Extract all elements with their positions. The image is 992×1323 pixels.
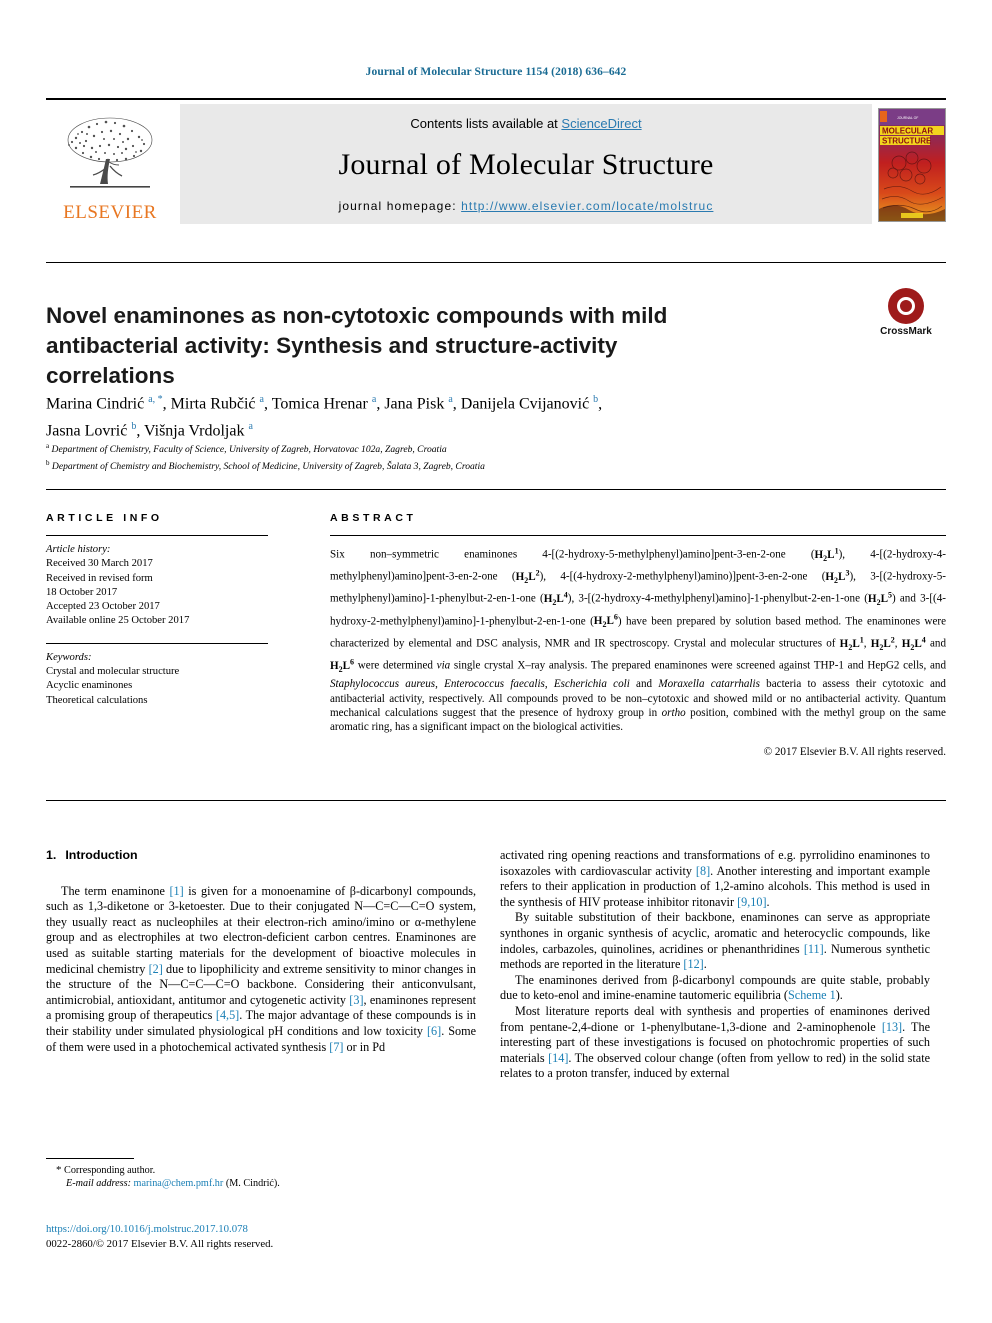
introduction-number: 1. [46, 848, 57, 862]
article-info-heading: ARTICLE INFO [46, 512, 163, 524]
masthead-panel: Contents lists available at ScienceDirec… [180, 104, 872, 224]
article-info-rule [46, 535, 268, 536]
keywords-label: Keywords: [46, 651, 92, 663]
history-item: Received in revised form [46, 572, 153, 584]
keyword-item: Theoretical calculations [46, 694, 148, 706]
body-divider [46, 800, 946, 801]
affiliation-list: a Department of Chemistry, Faculty of Sc… [46, 440, 746, 473]
contents-prefix: Contents lists available at [410, 116, 562, 131]
page-title: Novel enaminones as non-cytotoxic compou… [46, 303, 668, 389]
article-info-block: ARTICLE INFO Article history: Received 3… [46, 512, 268, 708]
journal-masthead: ELSEVIER Contents lists available at Sci… [46, 98, 946, 224]
body-column-right: activated ring opening reactions and tra… [500, 848, 930, 1082]
author-list: Marina Cindrić a, *, Mirta Rubčić a, Tom… [46, 388, 736, 443]
paragraph-intro-1: The term enaminone [1] is given for a mo… [46, 883, 476, 1054]
journal-homepage-line: journal homepage: http://www.elsevier.co… [339, 199, 714, 213]
introduction-title: Introduction [65, 848, 138, 862]
svg-text:JOURNAL OF: JOURNAL OF [897, 116, 918, 120]
svg-text:MOLECULAR: MOLECULAR [882, 126, 933, 135]
history-item: Received 30 March 2017 [46, 558, 153, 570]
keyword-item: Acyclic enaminones [46, 680, 133, 692]
info-divider [46, 489, 946, 490]
publication-footer: https://doi.org/10.1016/j.molstruc.2017.… [46, 1222, 446, 1251]
crossmark-label: CrossMark [880, 326, 932, 337]
article-page: Journal of Molecular Structure 1154 (201… [0, 0, 992, 1323]
journal-title: Journal of Molecular Structure [338, 148, 714, 181]
affiliation-a: a Department of Chemistry, Faculty of Sc… [46, 442, 447, 456]
paragraph-right-3: The enaminones derived from β-dicarbonyl… [500, 972, 930, 1003]
cover-art: JOURNAL OF MOLECULAR STRUCTURE [879, 109, 945, 221]
issn-copyright: 0022-2860/© 2017 Elsevier B.V. All right… [46, 1237, 274, 1250]
elsevier-logo: ELSEVIER [46, 104, 174, 224]
journal-homepage-link[interactable]: http://www.elsevier.com/locate/molstruc [461, 199, 713, 213]
abstract-copyright: © 2017 Elsevier B.V. All rights reserved… [763, 746, 946, 759]
sciencedirect-link[interactable]: ScienceDirect [561, 116, 641, 131]
history-item: Accepted 23 October 2017 [46, 601, 160, 613]
email-suffix: (M. Cindrić). [225, 1178, 280, 1190]
introduction-heading: 1. Introduction [46, 848, 476, 864]
running-head: Journal of Molecular Structure 1154 (201… [365, 66, 627, 78]
doi-link[interactable]: https://doi.org/10.1016/j.molstruc.2017.… [46, 1223, 248, 1235]
corresponding-author-line: * Corresponding author. [56, 1164, 156, 1176]
author-line-2: Jasna Lovrić b, Višnja Vrdoljak a [46, 421, 253, 440]
journal-cover-thumbnail[interactable]: JOURNAL OF MOLECULAR STRUCTURE [878, 108, 946, 222]
body-column-left: 1. Introduction The term enaminone [1] is… [46, 848, 476, 1055]
affiliation-a-text: Department of Chemistry, Faculty of Scie… [51, 444, 447, 456]
corresponding-author-footnote: * Corresponding author. E-mail address: … [46, 1158, 306, 1191]
abstract-text: Six non–symmetric enaminones 4-[(2-hydro… [330, 546, 947, 734]
footnote-text: * Corresponding author. E-mail address: … [46, 1164, 306, 1191]
paragraph-right-1: activated ring opening reactions and tra… [500, 848, 930, 909]
email-label: E-mail address: [66, 1178, 131, 1190]
paragraph-right-4: Most literature reports deal with synthe… [500, 1003, 930, 1081]
homepage-prefix: journal homepage: [338, 199, 462, 213]
keyword-item: Crystal and molecular structure [46, 666, 180, 678]
title-divider [46, 262, 946, 263]
abstract-rule [330, 535, 946, 536]
paragraph-right-2: By suitable substitution of their backbo… [500, 910, 930, 972]
history-item: 18 October 2017 [46, 586, 118, 598]
author-email-link[interactable]: marina@chem.pmf.hr [134, 1178, 224, 1189]
crossmark-icon [888, 288, 924, 324]
footnote-divider [46, 1158, 134, 1159]
keywords-rule [46, 642, 268, 644]
elsevier-tree-icon [67, 117, 153, 188]
corresponding-author-label: Corresponding author. [64, 1165, 156, 1176]
abstract-heading: ABSTRACT [330, 512, 417, 524]
contents-line: Contents lists available at ScienceDirec… [410, 116, 641, 131]
abstract-block: ABSTRACT Six non–symmetric enaminones 4-… [330, 512, 946, 758]
affiliation-b-text: Department of Chemistry and Biochemistry… [51, 460, 485, 472]
svg-text:STRUCTURE: STRUCTURE [882, 136, 932, 145]
author-line-1: Marina Cindrić a, *, Mirta Rubčić a, Tom… [46, 394, 603, 413]
crossmark-badge-container[interactable]: CrossMark [864, 288, 948, 337]
keywords-block: Keywords: Crystal and molecular structur… [46, 651, 268, 708]
email-line: E-mail address: marina@chem.pmf.hr (M. C… [56, 1177, 306, 1190]
article-history: Article history: Received 30 March 2017 … [46, 543, 268, 629]
affiliation-b: b Department of Chemistry and Biochemist… [46, 458, 485, 472]
history-item: Available online 25 October 2017 [46, 615, 190, 627]
elsevier-wordmark: ELSEVIER [63, 202, 157, 223]
article-history-label: Article history: [46, 544, 111, 555]
